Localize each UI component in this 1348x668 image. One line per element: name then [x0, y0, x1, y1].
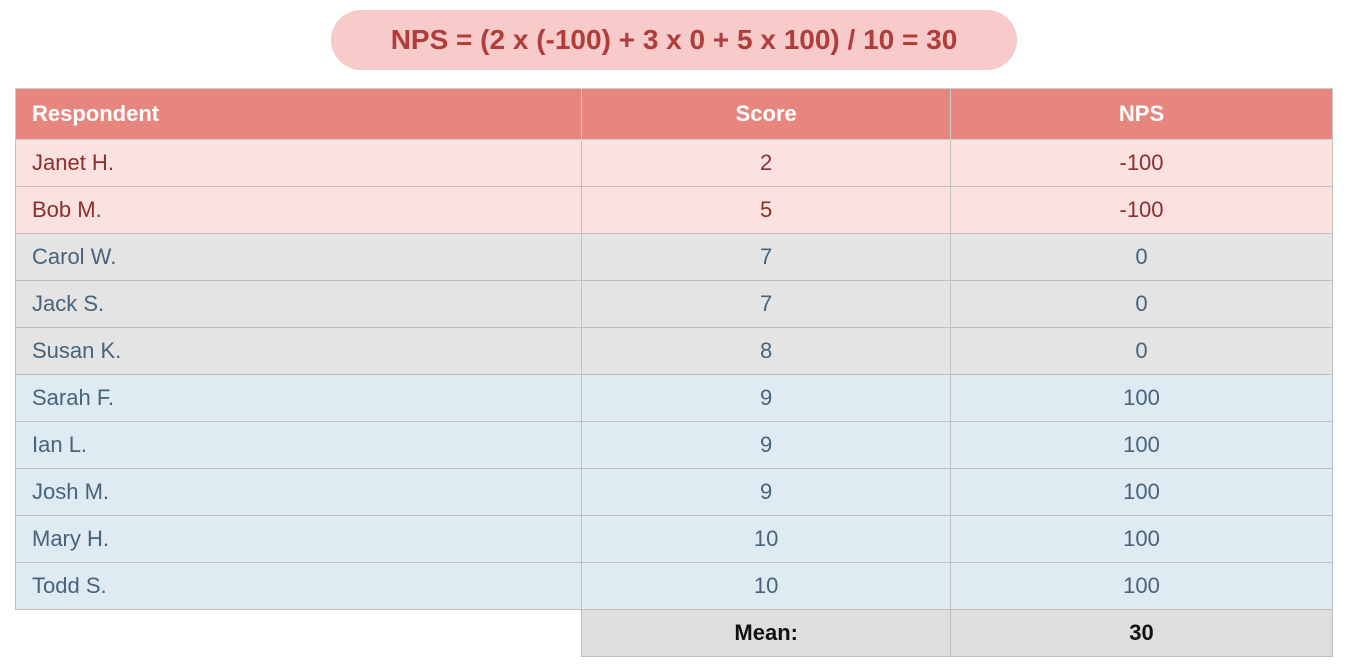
- respondent-score: 7: [582, 281, 951, 328]
- table-row: Sarah F.9100: [16, 375, 1333, 422]
- table-row: Ian L.9100: [16, 422, 1333, 469]
- table-row: Jack S.70: [16, 281, 1333, 328]
- table-row: Todd S.10100: [16, 563, 1333, 610]
- respondent-nps: -100: [951, 187, 1333, 234]
- header-score: Score: [582, 89, 951, 140]
- respondent-nps: 0: [951, 281, 1333, 328]
- respondent-name: Mary H.: [16, 516, 582, 563]
- nps-table: Respondent Score NPS Janet H.2-100Bob M.…: [15, 88, 1333, 657]
- respondent-name: Todd S.: [16, 563, 582, 610]
- table-row: Susan K.80: [16, 328, 1333, 375]
- respondent-score: 9: [582, 469, 951, 516]
- respondent-name: Josh M.: [16, 469, 582, 516]
- respondent-nps: 100: [951, 563, 1333, 610]
- header-respondent: Respondent: [16, 89, 582, 140]
- respondent-score: 9: [582, 375, 951, 422]
- table-header-row: Respondent Score NPS: [16, 89, 1333, 140]
- table-row: Josh M.9100: [16, 469, 1333, 516]
- formula-container: NPS = (2 x (-100) + 3 x 0 + 5 x 100) / 1…: [15, 10, 1333, 70]
- header-nps: NPS: [951, 89, 1333, 140]
- respondent-name: Jack S.: [16, 281, 582, 328]
- respondent-name: Sarah F.: [16, 375, 582, 422]
- mean-spacer: [16, 610, 582, 657]
- respondent-score: 9: [582, 422, 951, 469]
- respondent-score: 7: [582, 234, 951, 281]
- respondent-name: Carol W.: [16, 234, 582, 281]
- respondent-score: 10: [582, 563, 951, 610]
- table-row: Mary H.10100: [16, 516, 1333, 563]
- mean-label: Mean:: [582, 610, 951, 657]
- respondent-name: Janet H.: [16, 140, 582, 187]
- respondent-name: Ian L.: [16, 422, 582, 469]
- table-row: Bob M.5-100: [16, 187, 1333, 234]
- respondent-name: Susan K.: [16, 328, 582, 375]
- table-row: Carol W.70: [16, 234, 1333, 281]
- table-row: Janet H.2-100: [16, 140, 1333, 187]
- respondent-nps: -100: [951, 140, 1333, 187]
- respondent-nps: 100: [951, 375, 1333, 422]
- respondent-score: 2: [582, 140, 951, 187]
- respondent-score: 8: [582, 328, 951, 375]
- respondent-nps: 0: [951, 234, 1333, 281]
- respondent-score: 5: [582, 187, 951, 234]
- respondent-score: 10: [582, 516, 951, 563]
- respondent-name: Bob M.: [16, 187, 582, 234]
- respondent-nps: 0: [951, 328, 1333, 375]
- respondent-nps: 100: [951, 422, 1333, 469]
- mean-value: 30: [951, 610, 1333, 657]
- mean-row: Mean: 30: [16, 610, 1333, 657]
- respondent-nps: 100: [951, 516, 1333, 563]
- nps-formula: NPS = (2 x (-100) + 3 x 0 + 5 x 100) / 1…: [331, 10, 1018, 70]
- respondent-nps: 100: [951, 469, 1333, 516]
